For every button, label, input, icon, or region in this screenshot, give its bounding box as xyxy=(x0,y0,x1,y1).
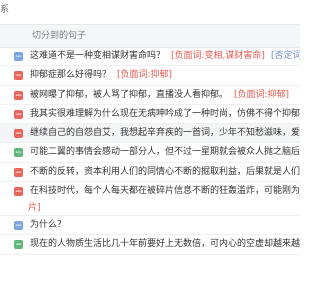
sentence-row[interactable]: — 可能二翼的事情会感动一部分人，但不过一星期就会被众人抛之脑后。 xyxy=(0,143,300,163)
sentiment-badge-icon: — xyxy=(14,221,23,231)
sentence-content: 抑郁症那么好得吗？ xyxy=(30,70,112,81)
sentence-text: 现在的人物质生活比几十年前要好上无数倍，可内心的空虚却越来越 xyxy=(30,235,300,253)
sentence-content: 现在的人物质生活比几十年前要好上无数倍，可内心的空虚却越来越 xyxy=(30,239,300,250)
sentence-text: 被网曝了抑郁，被人骂了抑郁，直播没人看抑郁。 [负面词:抑郁] xyxy=(30,86,290,104)
sentiment-badge-icon: — xyxy=(14,187,23,197)
sentence-continuation: 片] xyxy=(28,203,41,214)
sentiment-badge-icon: — xyxy=(14,52,23,61)
sentence-row[interactable]: — 为什么？ xyxy=(0,216,300,236)
sentence-row[interactable]: — 抑郁症那么好得吗？ [负面词:抑郁] xyxy=(0,66,300,86)
sentence-content: 为什么？ xyxy=(30,220,67,231)
sentence-row[interactable]: — 在科技时代，每个人每天都在被碎片信息不断的狂轰滥炸，可能刚为一 片] xyxy=(0,182,300,217)
sentence-content: 我其实很难理解为什么现在无病呻吟成了一种时尚，仿佛不得个抑郁症 xyxy=(30,108,300,119)
sentence-row[interactable]: — 我其实很难理解为什么现在无病呻吟成了一种时尚，仿佛不得个抑郁症 xyxy=(0,105,300,125)
table-header: 切分到的句子 xyxy=(0,24,300,48)
sentence-text: 在科技时代，每个人每天都在被碎片信息不断的狂轰滥炸，可能刚为一 xyxy=(30,182,300,201)
sentence-text: 为什么？ xyxy=(30,216,67,234)
sentence-row[interactable]: — 继续自己的自怨自艾，我想起辛弃疾的一首词，少年不知愁滋味，爱上 xyxy=(0,124,300,144)
sentiment-badge-icon: — xyxy=(14,129,23,139)
sentence-text: 这难道不是一种变相谋财害命吗？ [负面词:变相,谋财害命] [否定词 xyxy=(30,47,300,65)
sentence-row[interactable]: — 不断的反转，资本利用人们的同情心不断的掘取利益，后果就是人们心 xyxy=(0,163,300,183)
sentiment-badge-icon: — xyxy=(14,109,23,119)
sentence-content: 这难道不是一种变相谋财害命吗？ xyxy=(30,51,166,61)
sentence-content: 继续自己的自怨自艾，我想起辛弃疾的一首词，少年不知愁滋味，爱上 xyxy=(30,128,300,139)
sentiment-badge-icon: — xyxy=(14,167,23,177)
sentence-content: 可能二翼的事情会感动一部分人，但不过一星期就会被众人抛之脑后。 xyxy=(30,147,300,158)
sentence-text: 可能二翼的事情会感动一部分人，但不过一星期就会被众人抛之脑后。 xyxy=(30,143,300,161)
sentence-content: 被网曝了抑郁，被人骂了抑郁，直播没人看抑郁。 xyxy=(30,89,229,100)
sentence-content: 在科技时代，每个人每天都在被碎片信息不断的狂轰滥炸，可能刚为一 xyxy=(30,186,300,197)
sentence-text: 不断的反转，资本利用人们的同情心不断的掘取利益，后果就是人们心 xyxy=(30,163,300,181)
sentiment-badge-icon: — xyxy=(14,148,23,158)
sentence-text: 抑郁症那么好得吗？ [负面词:抑郁] xyxy=(30,66,173,84)
keyword-tag: [负面词:抑郁] xyxy=(234,89,290,100)
sentence-text: 继续自己的自怨自艾，我想起辛弃疾的一首词，少年不知愁滋味，爱上 xyxy=(30,124,300,142)
sentiment-badge-icon: — xyxy=(14,71,23,81)
sentence-row[interactable]: — 这难道不是一种变相谋财害命吗？ [负面词:变相,谋财害命] [否定词 xyxy=(0,47,300,67)
sentence-content: 不断的反转，资本利用人们的同情心不断的掘取利益，后果就是人们心 xyxy=(30,166,300,177)
column-header-sentences: 切分到的句子 xyxy=(32,31,87,41)
sentence-row[interactable]: — 被网曝了抑郁，被人骂了抑郁，直播没人看抑郁。 [负面词:抑郁] xyxy=(0,86,300,105)
sentiment-badge-icon: — xyxy=(14,90,23,100)
sentence-list: — 这难道不是一种变相谋财害命吗？ [负面词:变相,谋财害命] [否定词 — 抑郁症那么好… xyxy=(0,47,300,255)
sentiment-badge-icon: — xyxy=(14,240,23,250)
section-label: 系 xyxy=(0,5,10,15)
sentence-text: 我其实很难理解为什么现在无病呻吟成了一种时尚，仿佛不得个抑郁症 xyxy=(30,105,300,123)
keyword-tag: [负面词:变相,谋财害命] xyxy=(171,51,265,61)
sentence-row[interactable]: — 现在的人物质生活比几十年前要好上无数倍，可内心的空虚却越来越 xyxy=(0,235,300,255)
keyword-tag: [负面词:抑郁] xyxy=(117,70,173,81)
keyword-tag: [否定词 xyxy=(270,51,300,61)
